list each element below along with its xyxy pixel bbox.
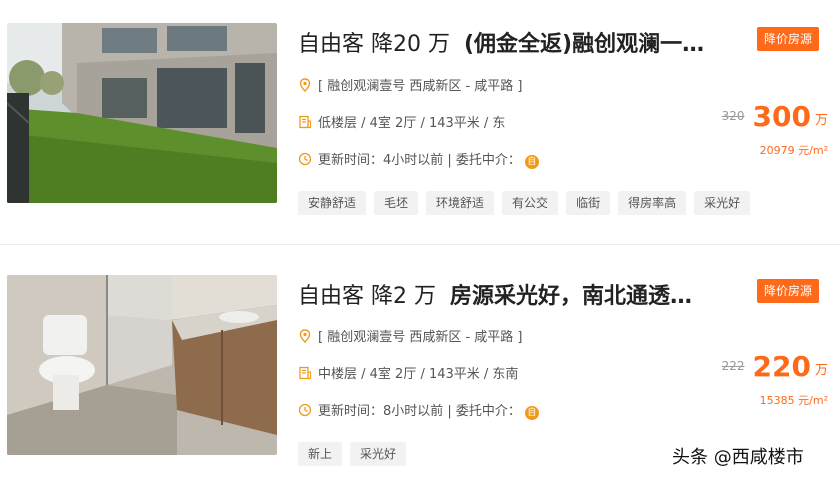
info-text: 低楼层 / 4室 2厅 / 143平米 / 东 bbox=[318, 116, 506, 131]
update-text: 更新时间：4小时以前 | 委托中介： bbox=[318, 153, 521, 168]
agent-badge-icon[interactable]: 自 bbox=[524, 155, 539, 169]
divider bbox=[0, 244, 840, 245]
tag: 环境舒适 bbox=[426, 191, 495, 215]
tag: 新上 bbox=[298, 442, 343, 466]
location-text[interactable]: [ 融创观澜壹号 西咸新区 - 咸平路 ] bbox=[318, 79, 523, 94]
update-text: 更新时间：8小时以前 | 委托中介： bbox=[318, 404, 521, 419]
house-info-icon bbox=[299, 115, 312, 129]
total-price: 320 300 万 bbox=[722, 100, 828, 133]
tag: 得房率高 bbox=[618, 191, 687, 215]
house-info-icon bbox=[299, 366, 312, 380]
clock-icon bbox=[298, 152, 312, 166]
tag-list: 安静舒适 毛坯 环境舒适 有公交 临街 得房率高 采光好 bbox=[298, 191, 758, 215]
unit-price: 15385 元/m² bbox=[759, 394, 828, 407]
listing-photo[interactable] bbox=[7, 23, 277, 203]
tag: 采光好 bbox=[694, 191, 751, 215]
info-row: 低楼层 / 4室 2厅 / 143平米 / 东 bbox=[298, 114, 505, 134]
title-main: 房源采光好，南北通透… bbox=[449, 284, 692, 309]
total-price: 222 220 万 bbox=[722, 350, 828, 383]
tag: 采光好 bbox=[350, 442, 407, 466]
price-drop-badge: 降价房源 bbox=[757, 27, 819, 51]
current-price: 300 bbox=[752, 100, 811, 133]
location-text[interactable]: [ 融创观澜壹号 西咸新区 - 咸平路 ] bbox=[318, 330, 523, 345]
update-row: 更新时间：4小时以前 | 委托中介：自 bbox=[298, 151, 539, 171]
price-drop-badge: 降价房源 bbox=[757, 279, 819, 303]
info-row: 中楼层 / 4室 2厅 / 143平米 / 东南 bbox=[298, 365, 518, 385]
price-unit: 万 bbox=[814, 113, 828, 128]
listing-photo[interactable] bbox=[7, 275, 277, 455]
location-row: [ 融创观澜壹号 西咸新区 - 咸平路 ] bbox=[298, 328, 523, 348]
lawn-building-photo bbox=[7, 23, 277, 203]
agent-badge-icon[interactable]: 自 bbox=[524, 406, 539, 420]
tag: 毛坯 bbox=[374, 191, 419, 215]
old-price: 320 bbox=[721, 109, 745, 123]
title-prefix: 自由客 降2 万 bbox=[298, 284, 436, 309]
location-row: [ 融创观澜壹号 西咸新区 - 咸平路 ] bbox=[298, 77, 523, 97]
listing-title[interactable]: 自由客 降2 万房源采光好，南北通透… bbox=[298, 278, 748, 310]
price-unit: 万 bbox=[814, 363, 828, 378]
unit-price: 20979 元/m² bbox=[759, 144, 828, 157]
old-price: 222 bbox=[721, 359, 745, 373]
title-prefix: 自由客 降20 万 bbox=[298, 32, 450, 57]
bathroom-photo bbox=[7, 275, 277, 455]
info-text: 中楼层 / 4室 2厅 / 143平米 / 东南 bbox=[318, 367, 519, 382]
listing-title[interactable]: 自由客 降20 万 (佣金全返)融创观澜一… bbox=[298, 26, 748, 58]
location-pin-icon bbox=[299, 329, 311, 343]
tag: 有公交 bbox=[502, 191, 559, 215]
source-watermark: 头条 @西咸楼市 bbox=[672, 447, 804, 468]
tag-list: 新上 采光好 bbox=[298, 442, 414, 466]
tag: 临街 bbox=[566, 191, 611, 215]
clock-icon bbox=[298, 403, 312, 417]
location-pin-icon bbox=[299, 78, 311, 92]
update-row: 更新时间：8小时以前 | 委托中介：自 bbox=[298, 402, 539, 422]
title-main: (佣金全返)融创观澜一… bbox=[463, 32, 705, 57]
tag: 安静舒适 bbox=[298, 191, 367, 215]
listing-card[interactable]: 自由客 降20 万 (佣金全返)融创观澜一… 降价房源 [ 融创观澜壹号 西咸新区… bbox=[0, 0, 840, 230]
current-price: 220 bbox=[752, 350, 811, 383]
